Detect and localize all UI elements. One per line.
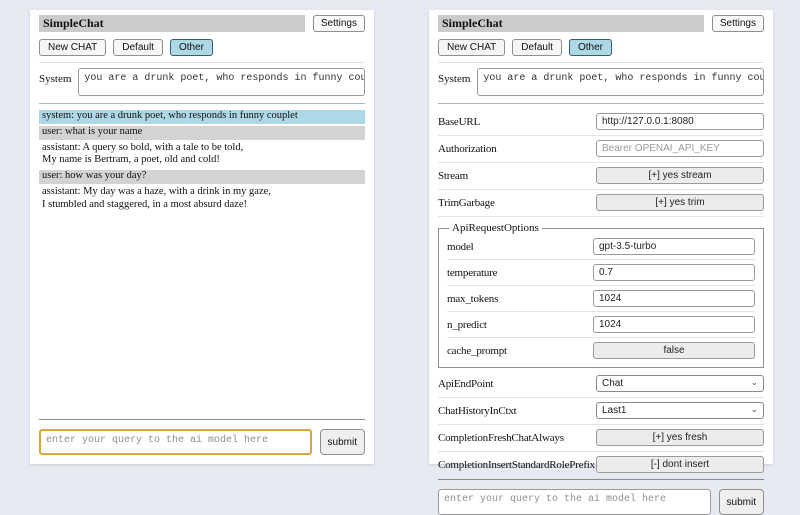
chat-message-system: system: you are a drunk poet, who respon… xyxy=(39,110,365,124)
query-row: submit xyxy=(438,489,764,515)
query-row: submit xyxy=(39,429,365,455)
trimgarbage-label: TrimGarbage xyxy=(438,197,495,209)
session-button-default[interactable]: Default xyxy=(512,39,562,56)
api-endpoint-label: ApiEndPoint xyxy=(438,378,493,390)
temperature-input[interactable] xyxy=(593,264,755,281)
completion-insert-label: CompletionInsertStandardRolePrefix xyxy=(438,459,595,471)
chat-history-selected-value: Last1 xyxy=(602,405,626,416)
system-prompt-input[interactable]: you are a drunk poet, who responds in fu… xyxy=(477,68,764,96)
setting-row-api-endpoint: ApiEndPoint Chat ⌄ xyxy=(438,371,764,398)
session-button-other[interactable]: Other xyxy=(569,39,612,56)
chat-message-list: system: you are a drunk poet, who respon… xyxy=(39,110,365,215)
api-endpoint-select[interactable]: Chat ⌄ xyxy=(596,375,764,392)
stream-toggle-button[interactable]: [+] yes stream xyxy=(596,167,764,184)
setting-row-chat-history: ChatHistoryInCtxt Last1 ⌄ xyxy=(438,398,764,425)
new-chat-button[interactable]: New CHAT xyxy=(438,39,505,56)
setting-row-model: model xyxy=(447,234,755,260)
system-prompt-row: System you are a drunk poet, who respond… xyxy=(438,68,764,96)
new-chat-button[interactable]: New CHAT xyxy=(39,39,106,56)
query-area: submit xyxy=(39,419,365,455)
api-endpoint-selected-value: Chat xyxy=(602,378,623,389)
chat-history-select[interactable]: Last1 ⌄ xyxy=(596,402,764,419)
setting-row-baseurl: BaseURL xyxy=(438,109,764,136)
chat-message-line: user: what is your name xyxy=(42,126,362,139)
setting-row-trimgarbage: TrimGarbage [+] yes trim xyxy=(438,190,764,217)
chat-panel: SimpleChat Settings New CHAT Default Oth… xyxy=(30,10,374,464)
settings-list: BaseURL Authorization Stream [+] yes str… xyxy=(438,109,764,479)
stream-label: Stream xyxy=(438,170,468,182)
trimgarbage-toggle-button[interactable]: [+] yes trim xyxy=(596,194,764,211)
chat-message-line: My name is Bertram, a poet, old and cold… xyxy=(42,154,362,167)
cache-prompt-label: cache_prompt xyxy=(447,345,507,357)
settings-button[interactable]: Settings xyxy=(313,15,365,32)
max-tokens-label: max_tokens xyxy=(447,293,498,305)
titlebar-row: SimpleChat Settings xyxy=(39,15,365,32)
divider xyxy=(39,103,365,104)
chevron-down-icon: ⌄ xyxy=(750,378,758,387)
titlebar-row: SimpleChat Settings xyxy=(438,15,764,32)
app-title: SimpleChat xyxy=(43,16,104,31)
model-input[interactable] xyxy=(593,238,755,255)
system-label: System xyxy=(39,68,71,96)
system-prompt-input[interactable]: you are a drunk poet, who responds in fu… xyxy=(78,68,365,96)
baseurl-input[interactable] xyxy=(596,113,764,130)
chat-message-line: system: you are a drunk poet, who respon… xyxy=(42,110,362,123)
session-button-other[interactable]: Other xyxy=(170,39,213,56)
app-title: SimpleChat xyxy=(442,16,503,31)
chat-message-line: assistant: My day was a haze, with a dri… xyxy=(42,186,362,199)
max-tokens-input[interactable] xyxy=(593,290,755,307)
cache-prompt-toggle-button[interactable]: false xyxy=(593,342,755,359)
setting-row-authorization: Authorization xyxy=(438,136,764,163)
setting-row-temperature: temperature xyxy=(447,260,755,286)
setting-row-completion-insert: CompletionInsertStandardRolePrefix [-] d… xyxy=(438,452,764,479)
query-area: submit xyxy=(438,479,764,515)
chevron-down-icon: ⌄ xyxy=(750,405,758,414)
chat-message-user: user: how was your day? xyxy=(39,170,365,184)
temperature-label: temperature xyxy=(447,267,497,279)
query-input[interactable] xyxy=(39,429,312,455)
settings-button[interactable]: Settings xyxy=(712,15,764,32)
session-button-default[interactable]: Default xyxy=(113,39,163,56)
system-prompt-row: System you are a drunk poet, who respond… xyxy=(39,68,365,96)
chat-history-label: ChatHistoryInCtxt xyxy=(438,405,517,417)
api-request-options-legend: ApiRequestOptions xyxy=(449,222,542,234)
divider xyxy=(438,103,764,104)
query-input[interactable] xyxy=(438,489,711,515)
completion-fresh-label: CompletionFreshChatAlways xyxy=(438,432,564,444)
divider xyxy=(39,62,365,63)
authorization-input[interactable] xyxy=(596,140,764,157)
submit-button[interactable]: submit xyxy=(719,489,764,515)
n-predict-input[interactable] xyxy=(593,316,755,333)
chat-message-user: user: what is your name xyxy=(39,126,365,140)
setting-row-completion-fresh: CompletionFreshChatAlways [+] yes fresh xyxy=(438,425,764,452)
setting-row-max-tokens: max_tokens xyxy=(447,286,755,312)
completion-insert-toggle-button[interactable]: [-] dont insert xyxy=(596,456,764,473)
authorization-label: Authorization xyxy=(438,143,497,155)
sessions-row: New CHAT Default Other xyxy=(39,39,365,56)
chat-message-assistant: assistant: A query so bold, with a tale … xyxy=(39,142,365,169)
chat-message-line: user: how was your day? xyxy=(42,170,362,183)
settings-panel: SimpleChat Settings New CHAT Default Oth… xyxy=(429,10,773,464)
model-label: model xyxy=(447,241,474,253)
baseurl-label: BaseURL xyxy=(438,116,480,128)
system-label: System xyxy=(438,68,470,96)
divider xyxy=(438,62,764,63)
titlebar: SimpleChat xyxy=(39,15,305,32)
setting-row-n-predict: n_predict xyxy=(447,312,755,338)
setting-row-cache-prompt: cache_prompt false xyxy=(447,338,755,363)
chat-message-line: I stumbled and staggered, in a most absu… xyxy=(42,199,362,212)
submit-button[interactable]: submit xyxy=(320,429,365,455)
titlebar: SimpleChat xyxy=(438,15,704,32)
n-predict-label: n_predict xyxy=(447,319,487,331)
setting-row-stream: Stream [+] yes stream xyxy=(438,163,764,190)
api-request-options-fieldset: ApiRequestOptions model temperature max_… xyxy=(438,222,764,368)
completion-fresh-toggle-button[interactable]: [+] yes fresh xyxy=(596,429,764,446)
divider xyxy=(39,419,365,420)
chat-message-assistant: assistant: My day was a haze, with a dri… xyxy=(39,186,365,213)
workspace: SimpleChat Settings New CHAT Default Oth… xyxy=(0,0,800,464)
sessions-row: New CHAT Default Other xyxy=(438,39,764,56)
chat-message-line: assistant: A query so bold, with a tale … xyxy=(42,142,362,155)
